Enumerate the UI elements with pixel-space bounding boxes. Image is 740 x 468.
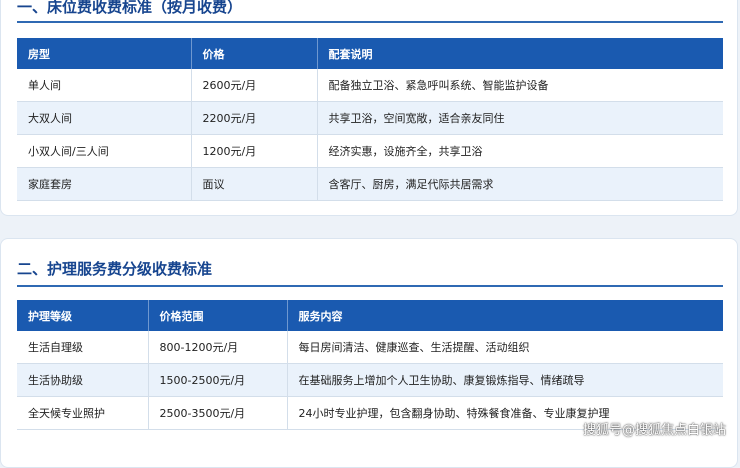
column-header: 护理等级 (17, 300, 149, 331)
table-row: 小双人间/三人间 1200元/月 经济实惠，设施齐全，共享卫浴 (17, 134, 723, 168)
column-header: 服务内容 (287, 300, 723, 331)
table-row: 家庭套房 面议 含客厅、厨房，满足代际共居需求 (17, 167, 723, 201)
section-divider (17, 21, 723, 23)
table-row: 生活自理级 800-1200元/月 每日房间清洁、健康巡查、生活提醒、活动组织 (17, 331, 723, 364)
table-cell: 生活自理级 (17, 331, 149, 364)
table-cell: 1200元/月 (191, 134, 318, 168)
section-title-bed-fee: 一、床位费收费标准（按月收费） (17, 0, 243, 16)
section-divider (17, 285, 723, 287)
table-cell: 2500-3500元/月 (148, 396, 288, 430)
section-title-nursing-fee: 二、护理服务费分级收费标准 (17, 260, 213, 278)
table-header-row: 房型 价格 配套说明 (17, 38, 723, 69)
table-cell: 经济实惠，设施齐全，共享卫浴 (317, 134, 723, 168)
column-header: 配套说明 (317, 38, 723, 69)
table-cell: 含客厅、厨房，满足代际共居需求 (317, 167, 723, 201)
column-header: 价格范围 (148, 300, 288, 331)
table-cell: 1500-2500元/月 (148, 363, 288, 397)
table-cell: 单人间 (17, 69, 192, 102)
table-row: 单人间 2600元/月 配备独立卫浴、紧急呼叫系统、智能监护设备 (17, 69, 723, 102)
table-cell: 全天候专业照护 (17, 396, 149, 430)
table-cell: 面议 (191, 167, 318, 201)
table-cell: 生活协助级 (17, 363, 149, 397)
table-cell: 家庭套房 (17, 167, 192, 201)
table-cell: 在基础服务上增加个人卫生协助、康复锻炼指导、情绪疏导 (287, 363, 723, 397)
bed-fee-card: 一、床位费收费标准（按月收费） 房型 价格 配套说明 单人间 2600元/月 配… (0, 0, 738, 216)
table-header-row: 护理等级 价格范围 服务内容 (17, 300, 723, 331)
nursing-fee-table: 护理等级 价格范围 服务内容 生活自理级 800-1200元/月 每日房间清洁、… (17, 300, 723, 430)
column-header: 房型 (17, 38, 192, 69)
table-cell: 配备独立卫浴、紧急呼叫系统、智能监护设备 (317, 69, 723, 102)
table-cell: 小双人间/三人间 (17, 134, 192, 168)
bed-fee-table: 房型 价格 配套说明 单人间 2600元/月 配备独立卫浴、紧急呼叫系统、智能监… (17, 38, 723, 201)
table-cell: 大双人间 (17, 101, 192, 135)
table-row: 生活协助级 1500-2500元/月 在基础服务上增加个人卫生协助、康复锻炼指导… (17, 363, 723, 397)
column-header: 价格 (191, 38, 318, 69)
watermark: 搜狐号@搜狐焦点白银站 (582, 423, 726, 438)
table-row: 大双人间 2200元/月 共享卫浴，空间宽敞，适合亲友同住 (17, 101, 723, 135)
table-cell: 共享卫浴，空间宽敞，适合亲友同住 (317, 101, 723, 135)
table-cell: 2200元/月 (191, 101, 318, 135)
table-cell: 800-1200元/月 (148, 331, 288, 364)
table-cell: 每日房间清洁、健康巡查、生活提醒、活动组织 (287, 331, 723, 364)
table-cell: 2600元/月 (191, 69, 318, 102)
